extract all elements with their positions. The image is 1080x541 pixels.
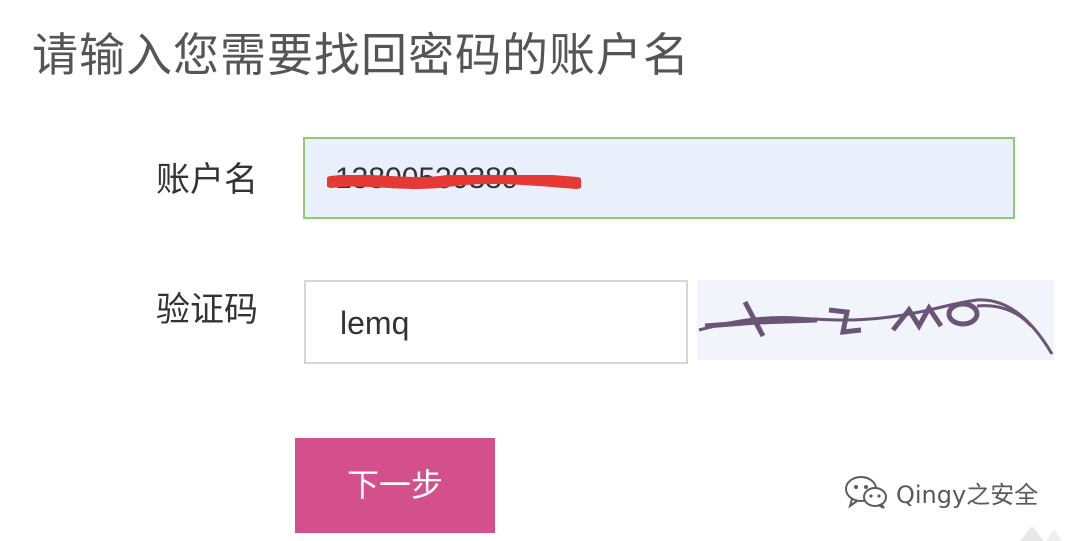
account-label: 账户名 [156,160,258,200]
account-value: 13800530389 [335,162,519,195]
captcha-value: lemq [340,305,410,341]
captcha-input[interactable]: lemq [304,280,688,364]
wechat-icon [845,476,887,509]
page-title: 请输入您需要找回密码的账户名 [32,28,690,82]
captcha-graphic [698,298,1054,355]
captcha-image[interactable] [697,280,1054,360]
watermark: Qingy之安全 [844,474,1038,510]
corner-logo-icon [1020,526,1062,541]
next-step-button[interactable]: 下一步 [295,438,495,533]
captcha-label: 验证码 [156,290,258,330]
account-input[interactable]: 13800530389 [303,137,1015,219]
watermark-text: Qingy之安全 [896,480,1039,509]
